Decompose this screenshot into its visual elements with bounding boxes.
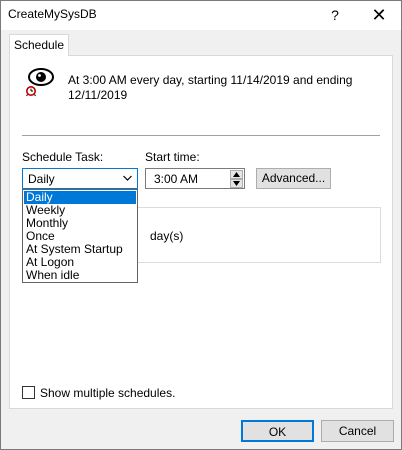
schedule-task-value: Daily xyxy=(28,172,55,186)
title-bar: CreateMySysDB ? ✕ xyxy=(1,1,401,30)
schedule-task-label: Schedule Task: xyxy=(22,150,104,164)
task-dialog: CreateMySysDB ? ✕ Schedule At 3:00 AM ev… xyxy=(0,0,402,450)
eye-icon xyxy=(26,68,54,97)
time-increment-button[interactable] xyxy=(230,170,243,179)
dropdown-option-when-idle[interactable]: When idle xyxy=(24,269,136,282)
multiple-schedules-label[interactable]: Show multiple schedules. xyxy=(40,386,175,400)
advanced-button[interactable]: Advanced... xyxy=(256,168,331,189)
schedule-task-select[interactable]: Daily xyxy=(22,168,138,189)
window-title: CreateMySysDB xyxy=(8,7,97,21)
help-button[interactable]: ? xyxy=(313,1,357,30)
start-time-label: Start time: xyxy=(145,150,200,164)
chevron-down-icon xyxy=(123,175,132,181)
interval-unit-label: day(s) xyxy=(150,229,184,243)
triangle-down-icon xyxy=(233,181,240,186)
divider xyxy=(22,135,380,136)
start-time-input[interactable]: 3:00 AM xyxy=(145,168,245,189)
tab-schedule[interactable]: Schedule xyxy=(9,34,69,56)
time-decrement-button[interactable] xyxy=(230,179,243,188)
triangle-up-icon xyxy=(233,172,240,177)
schedule-task-dropdown: Daily Weekly Monthly Once At System Star… xyxy=(22,189,138,283)
cancel-button[interactable]: Cancel xyxy=(321,420,394,442)
multiple-schedules-checkbox[interactable] xyxy=(22,386,35,399)
start-time-value: 3:00 AM xyxy=(154,172,199,186)
schedule-summary: At 3:00 AM every day, starting 11/14/201… xyxy=(68,73,353,102)
ok-button[interactable]: OK xyxy=(241,420,314,442)
close-button[interactable]: ✕ xyxy=(357,1,401,30)
